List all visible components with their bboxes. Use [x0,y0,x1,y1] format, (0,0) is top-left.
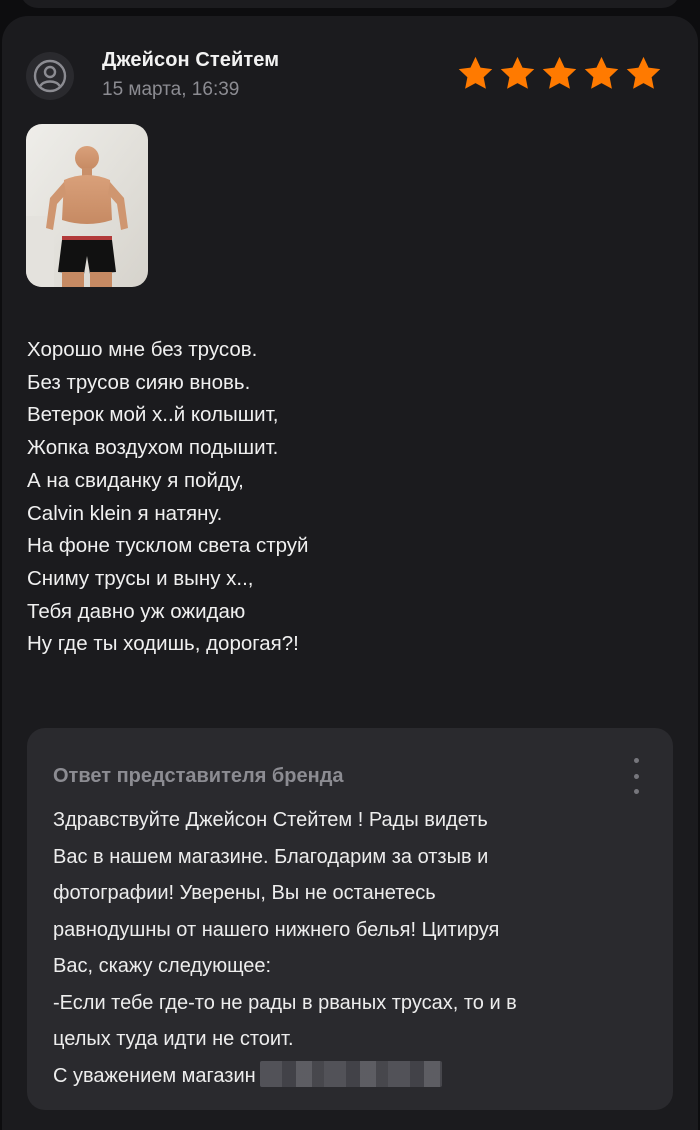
review-line: Сниму трусы и выну х.., [27,566,254,590]
star-icon [584,56,619,89]
review-text: Хорошо мне без трусов. Без трусов сияю вн… [27,334,308,661]
reply-line: Вас, скажу следующее: [53,955,272,977]
star-icon [542,56,577,89]
review-line: Без трусов сияю вновь. [27,370,251,394]
more-vertical-icon[interactable] [631,758,641,794]
reply-line: Здравствуйте Джейсон Стейтем ! Рады виде… [53,809,488,831]
review-line: Ветерок мой х..й колышит, [27,403,279,427]
review-line: Тебя давно уж ожидаю [27,599,246,623]
author-name[interactable]: Джейсон Стейтем [102,49,279,72]
review-line: А на свиданку я пойду, [27,468,244,492]
reply-line: равнодушны от нашего нижнего белья! Цити… [53,918,500,941]
review-line: Calvin klein я натяну. [27,501,223,525]
review-line: Жопка воздухом подышит. [27,436,279,460]
reply-body: Здравствуйте Джейсон Стейтем ! Рады виде… [53,802,517,1094]
star-icon [458,56,493,89]
reply-line: Вас в нашем магазине. Благодарим за отзы… [53,845,489,868]
star-icon [626,56,661,89]
reply-line: фотографии! Уверены, Вы не останетесь [53,882,436,904]
reply-title: Ответ представителя бренда [53,765,344,787]
previous-card-edge [20,0,680,8]
review-line: На фоне тусклом света струй [27,534,309,558]
brand-reply: Ответ представителя бренда Здравствуйте … [27,728,673,1110]
rating-stars [456,54,663,93]
redacted-shop-name [259,1060,442,1087]
reply-line: целых туда идти не стоит. [53,1028,294,1050]
reply-line: -Если тебе где-то не рады в рваных труса… [53,991,517,1014]
review-photo[interactable] [26,124,148,287]
review-line: Хорошо мне без трусов. [27,338,258,361]
reply-signature: С уважением магазин [53,1058,517,1095]
star-icon [500,56,535,89]
review-line: Ну где ты ходишь, дорогая?! [27,632,299,656]
review-date: 15 марта, 16:39 [102,79,240,100]
user-circle-icon [26,52,74,100]
